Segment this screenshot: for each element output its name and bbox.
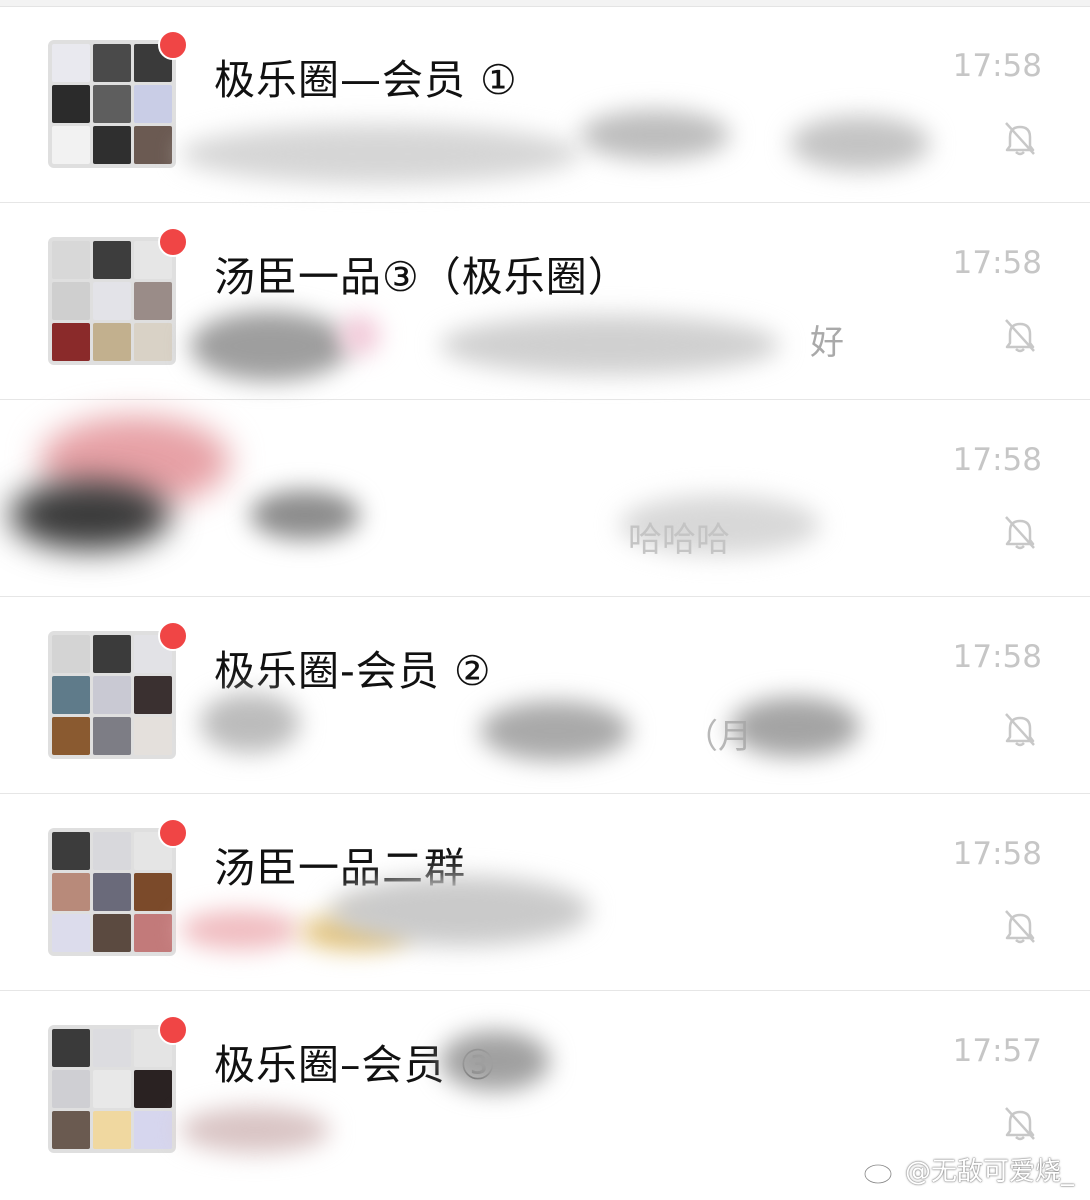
redaction-blur bbox=[180, 1107, 330, 1153]
redaction-blur bbox=[440, 1031, 550, 1091]
redaction-blur bbox=[250, 490, 360, 540]
group-avatar[interactable] bbox=[48, 30, 188, 168]
watermark: @无敌可爱烧_ bbox=[863, 1151, 1074, 1188]
chat-title: 汤臣一品③（极乐圈） bbox=[214, 253, 630, 301]
redaction-blur bbox=[480, 701, 630, 761]
redaction-blur bbox=[330, 876, 590, 946]
chat-row[interactable]: 17:58 哈哈哈 bbox=[0, 400, 1090, 597]
redaction-blur bbox=[340, 315, 380, 355]
bell-slash-icon bbox=[1005, 910, 1035, 944]
bell-slash-icon bbox=[1005, 1107, 1035, 1141]
bell-slash-icon bbox=[1005, 713, 1035, 747]
chat-time: 17:58 bbox=[952, 442, 1042, 478]
chat-time: 17:57 bbox=[952, 1033, 1042, 1069]
bell-slash-icon bbox=[1005, 319, 1035, 353]
group-avatar[interactable] bbox=[48, 1015, 188, 1153]
unread-dot bbox=[158, 621, 188, 651]
bell-slash-icon bbox=[1005, 122, 1035, 156]
chat-time: 17:58 bbox=[952, 48, 1042, 84]
chat-time: 17:58 bbox=[952, 836, 1042, 872]
bell-slash-icon bbox=[1005, 516, 1035, 550]
group-avatar[interactable] bbox=[48, 621, 188, 759]
unread-dot bbox=[158, 1015, 188, 1045]
watermark-text: @无敌可爱烧_ bbox=[904, 1157, 1074, 1187]
group-avatar[interactable] bbox=[48, 818, 188, 956]
unread-dot bbox=[158, 818, 188, 848]
chat-row[interactable]: 汤臣一品③（极乐圈） 17:58 好 bbox=[0, 203, 1090, 400]
chat-time: 17:58 bbox=[952, 245, 1042, 281]
avatar-blur bbox=[10, 480, 170, 550]
chat-title: 极乐圈—会员 ① bbox=[214, 56, 518, 104]
redaction-blur bbox=[790, 116, 930, 171]
redaction-blur bbox=[200, 693, 300, 753]
message-preview: 哈哈哈 bbox=[628, 520, 730, 560]
message-preview: 好 bbox=[810, 323, 844, 363]
unread-dot bbox=[158, 30, 188, 60]
redaction-blur bbox=[440, 315, 780, 375]
chat-title: 极乐圈-会员 ② bbox=[214, 647, 492, 695]
chat-row[interactable]: 极乐圈—会员 ① 17:58 bbox=[0, 6, 1090, 203]
chat-time: 17:58 bbox=[952, 639, 1042, 675]
weibo-icon bbox=[863, 1157, 898, 1184]
group-avatar[interactable] bbox=[48, 227, 188, 365]
redaction-blur bbox=[180, 124, 580, 184]
chat-list[interactable]: 极乐圈—会员 ① 17:58 汤臣一品③（极乐圈） 17:58 好 17:58 … bbox=[0, 6, 1090, 1188]
redaction-blur bbox=[730, 697, 860, 757]
chat-row[interactable]: 极乐圈-会员 ② 17:58 （月 bbox=[0, 597, 1090, 794]
chat-row[interactable]: 汤臣一品二群 17:58 bbox=[0, 794, 1090, 991]
redaction-blur bbox=[190, 311, 350, 381]
unread-dot bbox=[158, 227, 188, 257]
redaction-blur bbox=[180, 910, 300, 950]
redaction-blur bbox=[580, 110, 730, 160]
